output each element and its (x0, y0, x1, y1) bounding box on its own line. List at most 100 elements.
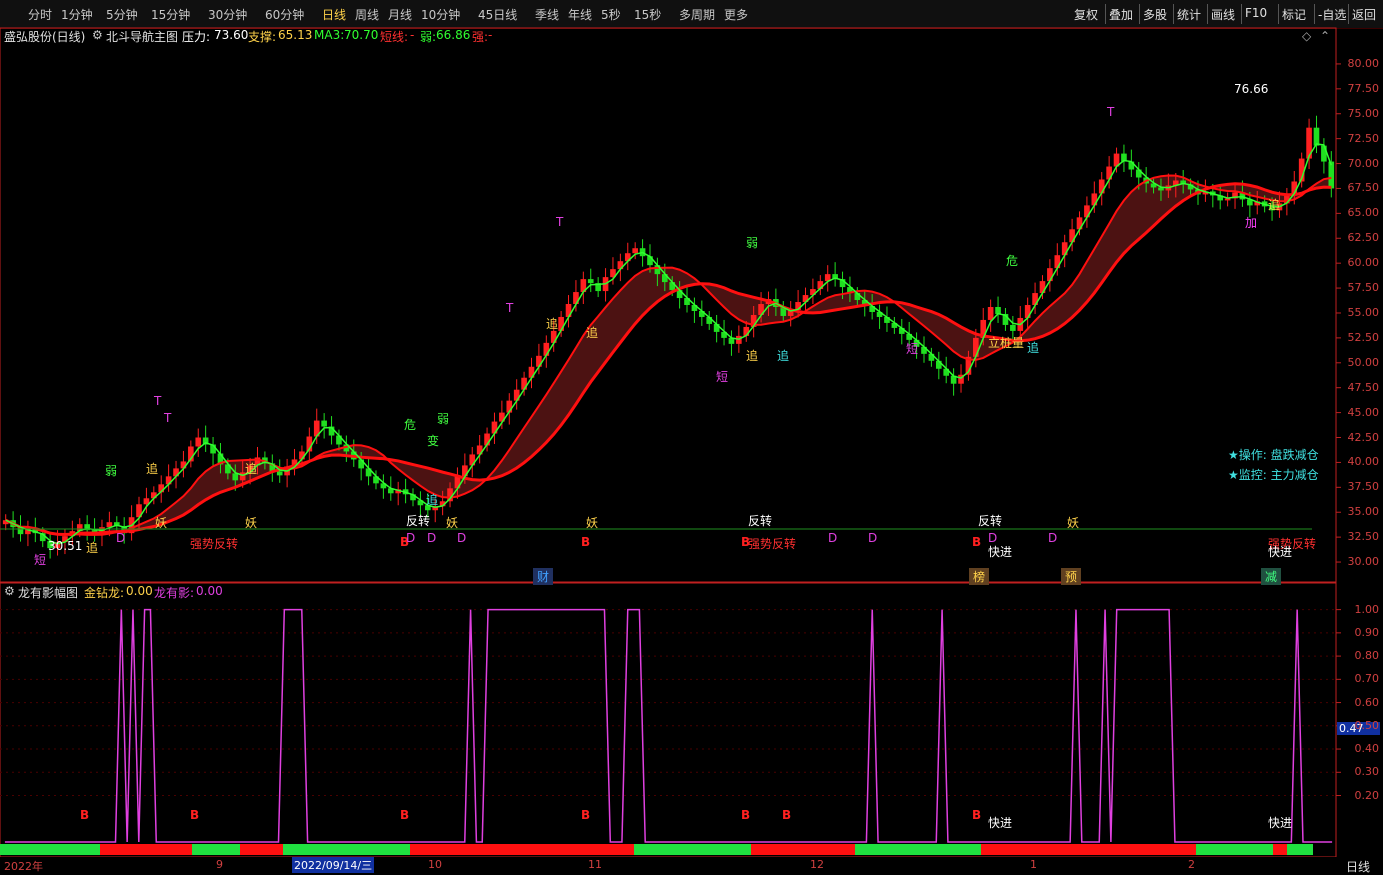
annot-qiangshi-1: 强势反转 (190, 537, 239, 551)
sub-panel-border (0, 582, 1337, 858)
diamond-icon[interactable]: ◇ (1302, 29, 1311, 43)
time-label-7: 2 (1188, 858, 1195, 871)
sub-indicator-name[interactable]: 龙有影幅图 (18, 584, 78, 601)
sub-B-1: B (80, 808, 90, 822)
sub-B-3: B (400, 808, 410, 822)
y-tick-label: 30.00 (1347, 555, 1380, 569)
time-label-6: 1 (1030, 858, 1037, 871)
annot-duan-3: 短 (906, 342, 919, 356)
y-tick-label: 35.00 (1347, 505, 1380, 519)
annot-D-7: D (988, 531, 998, 545)
candle-body (1328, 161, 1335, 189)
y-tick-label: 45.00 (1347, 405, 1380, 419)
annot-T-5: T (1107, 105, 1115, 119)
trend-status-segment (410, 844, 634, 855)
time-label-1: 9 (216, 858, 223, 871)
annot-bang: 榜 (969, 568, 990, 585)
weak-value: 66.86 (436, 28, 471, 42)
trend-status-segment (1287, 844, 1313, 855)
sub-y-tick-label: 0.70 (1354, 672, 1380, 686)
candle-body (1047, 268, 1053, 282)
strong-label: 强: (472, 30, 489, 44)
y-tick-label: 65.00 (1347, 206, 1380, 220)
weak-label: 弱: (420, 30, 437, 44)
y-tick-label: 55.00 (1347, 305, 1380, 319)
candle-body (1313, 127, 1320, 146)
annot-T-3: T (506, 301, 514, 315)
sub-y-tick-label: 1.00 (1354, 602, 1380, 616)
y-tick-label: 37.50 (1347, 480, 1380, 494)
stock-name: 盛弘股份(日线) (4, 30, 86, 44)
y-tick-label: 77.50 (1347, 81, 1380, 95)
annot-bian: 变 (427, 434, 440, 448)
gold-label: 金钻龙: (84, 586, 125, 600)
annot-T-2: T (164, 411, 172, 425)
ma3-value: 70.70 (344, 28, 379, 42)
time-label-5: 12 (810, 858, 824, 871)
annot-zhui-8: 追 (777, 349, 790, 363)
support-value: 65.13 (278, 28, 313, 42)
sub-B-2: B (190, 808, 200, 822)
y-tick-label: 67.50 (1347, 181, 1380, 195)
annot-D-3: D (427, 531, 437, 545)
settings-icon[interactable]: ⚙ (92, 28, 103, 42)
y-tick-label: 32.50 (1347, 530, 1380, 544)
annot-qiangshi-2: 强势反转 (748, 537, 797, 551)
time-label-4: 11 (588, 858, 602, 871)
short-value: - (410, 28, 415, 42)
trend-status-segment (240, 844, 283, 855)
annot-fanzhuan-2: 反转 (748, 514, 773, 528)
support-label: 支撑: (248, 30, 277, 44)
y-tick-label: 42.50 (1347, 430, 1380, 444)
annot-B-3: B (741, 535, 751, 549)
y-tick-label: 70.00 (1347, 156, 1380, 170)
indicator-name[interactable]: 北斗导航主图 (106, 28, 178, 45)
annot-lizhuang: 立桩量 (988, 336, 1025, 350)
chart-area[interactable] (0, 0, 1383, 873)
annot-zhui-5: 追 (546, 317, 559, 331)
sub-y-tick-label: 0.30 (1354, 765, 1380, 779)
annot-wei-2: 危 (1006, 254, 1019, 268)
sub-B-6: B (782, 808, 792, 822)
annot-duan-2: 短 (716, 370, 729, 384)
annot-B-4: B (972, 535, 982, 549)
sub-settings-icon[interactable]: ⚙ (4, 584, 15, 598)
annot-D-1: D (116, 531, 126, 545)
chevron-up-icon[interactable]: ⌃ (1320, 29, 1330, 43)
trend-band (5, 175, 1332, 535)
trend-status-segment (192, 844, 240, 855)
ops-line: ★操作: 盘跌减仓 (1228, 448, 1319, 462)
candle-body (1091, 193, 1098, 206)
annot-zhui-3: 追 (86, 541, 99, 555)
annot-kuaijin-2: 快进 (1268, 545, 1293, 559)
annot-cai: 财 (533, 568, 554, 585)
candle-body (521, 377, 527, 390)
y-tick-label: 80.00 (1347, 56, 1380, 70)
trend-status-segment (981, 844, 1196, 855)
trend-status-segment (1196, 844, 1273, 855)
candle-body (1321, 145, 1327, 162)
pressure-value: 73.60 (214, 28, 249, 42)
annot-D-8: D (1048, 531, 1058, 545)
period-label: 日线 (1346, 860, 1371, 874)
sub-B-7: B (972, 808, 982, 822)
high-price-label: 76.66 (1234, 82, 1269, 96)
annot-ruo-3: 弱 (746, 236, 759, 250)
trend-status-segment (751, 844, 855, 855)
annot-fanzhuan-3: 反转 (978, 514, 1003, 528)
annot-jia: 加 (1245, 216, 1258, 230)
trend-status-segment (283, 844, 410, 855)
dragon-shadow-line (4, 608, 1333, 843)
sub-y-tick-label: 0.40 (1354, 742, 1380, 756)
annot-ruo-2: 弱 (437, 412, 450, 426)
annot-T-4: T (556, 215, 564, 229)
trend-status-segment (1273, 844, 1287, 855)
y-tick-label: 57.50 (1347, 281, 1380, 295)
sub-kuaijin-1: 快进 (988, 816, 1013, 830)
trend-status-segment (100, 844, 192, 855)
annot-yao-3: 妖 (446, 516, 459, 530)
y-tick-label: 60.00 (1347, 256, 1380, 270)
candle-body (1010, 324, 1016, 331)
candle-body (195, 437, 202, 447)
sub-B-5: B (741, 808, 751, 822)
